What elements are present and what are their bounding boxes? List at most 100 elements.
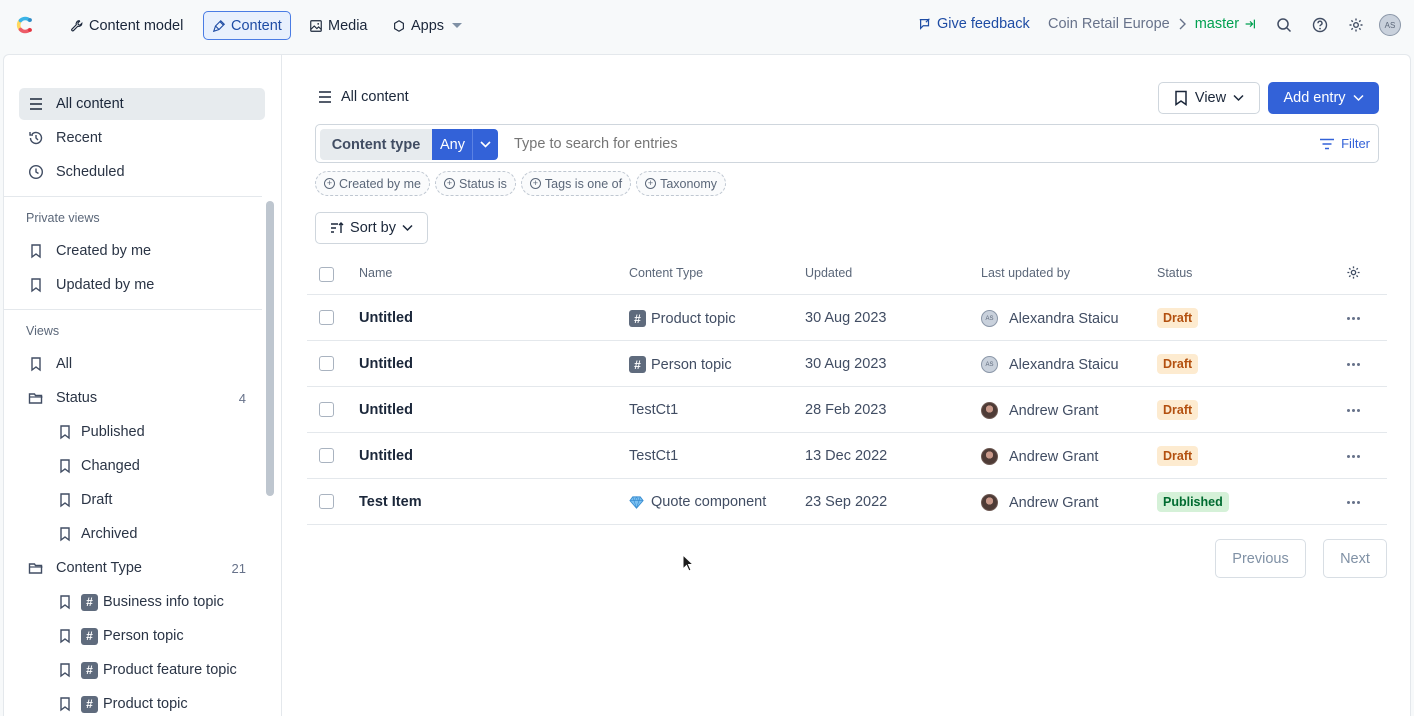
space-environment-switcher[interactable]: Coin Retail Europe master <box>1048 16 1257 32</box>
sidebar-item-recent[interactable]: Recent <box>19 122 265 154</box>
more-actions-icon[interactable] <box>1347 409 1360 412</box>
select-all-checkbox[interactable] <box>319 267 334 282</box>
entry-name[interactable]: Untitled <box>359 448 413 464</box>
sidebar-item-label: Status <box>56 390 98 406</box>
chip-created-by-me[interactable]: + Created by me <box>315 171 430 196</box>
top-navigation: Content model Content Media Apps Give fe… <box>0 0 1414 50</box>
sidebar-item-product-topic[interactable]: # Product topic <box>50 688 265 716</box>
sidebar-item-updated-by-me[interactable]: Updated by me <box>19 269 265 301</box>
more-actions-icon[interactable] <box>1347 317 1360 320</box>
hash-icon: # <box>629 310 646 327</box>
mouse-cursor-icon <box>682 554 694 572</box>
sidebar-item-person-topic[interactable]: # Person topic <box>50 620 265 652</box>
sidebar-item-label: Created by me <box>56 243 152 259</box>
row-checkbox[interactable] <box>319 402 334 417</box>
sidebar-item-label: Content Type <box>56 560 142 576</box>
user-avatar <box>981 448 998 465</box>
user-avatar: AS <box>981 310 998 327</box>
sidebar-folder-status[interactable]: Status 4 <box>19 382 265 414</box>
plus-circle-icon: + <box>645 178 657 189</box>
nav-media[interactable]: Media <box>301 11 376 40</box>
entry-updated-date: 30 Aug 2023 <box>805 356 887 372</box>
nav-content-label: Content <box>231 17 282 34</box>
sidebar-item-created-by-me[interactable]: Created by me <box>19 235 265 267</box>
row-checkbox[interactable] <box>319 448 334 463</box>
sidebar-item-changed[interactable]: Changed <box>50 450 265 482</box>
entry-name[interactable]: Untitled <box>359 356 413 372</box>
row-checkbox[interactable] <box>319 494 334 509</box>
filter-button[interactable]: Filter <box>1319 136 1370 151</box>
sidebar-item-scheduled[interactable]: Scheduled <box>19 156 265 188</box>
sidebar-item-all[interactable]: All <box>19 348 265 380</box>
bookmark-icon <box>60 425 70 440</box>
hash-icon: # <box>81 627 98 645</box>
wrench-icon <box>71 19 83 31</box>
table-row[interactable]: Test Item Quote component 23 Sep 2022 An… <box>307 479 1387 525</box>
sort-by-button[interactable]: Sort by <box>315 212 428 244</box>
help-icon[interactable] <box>1312 17 1328 33</box>
search-icon[interactable] <box>1276 17 1292 33</box>
sidebar: All content Recent Scheduled Private vie… <box>4 55 282 716</box>
column-header-updated[interactable]: Updated <box>805 266 852 280</box>
more-actions-icon[interactable] <box>1347 455 1360 458</box>
entry-name[interactable]: Untitled <box>359 310 413 326</box>
nav-content-model[interactable]: Content model <box>62 11 191 40</box>
sidebar-item-published[interactable]: Published <box>50 416 265 448</box>
more-actions-icon[interactable] <box>1347 501 1360 504</box>
sidebar-item-archived[interactable]: Archived <box>50 518 265 550</box>
entry-updated-date: 28 Feb 2023 <box>805 402 887 418</box>
user-name: Alexandra Staicu <box>1009 310 1119 327</box>
status-badge: Draft <box>1157 446 1199 466</box>
chip-tags-is-one-of[interactable]: + Tags is one of <box>520 171 632 196</box>
view-button[interactable]: View <box>1158 82 1260 114</box>
status-badge: Draft <box>1157 400 1199 420</box>
sidebar-item-draft[interactable]: Draft <box>50 484 265 516</box>
nav-apps[interactable]: Apps <box>384 11 470 40</box>
table-row[interactable]: Untitled TestCt1 28 Feb 2023 Andrew Gran… <box>307 387 1387 433</box>
sidebar-item-business-info-topic[interactable]: # Business info topic <box>50 586 265 618</box>
column-header-content-type[interactable]: Content Type <box>629 266 703 280</box>
sidebar-item-product-feature-topic[interactable]: # Product feature topic <box>50 654 265 686</box>
column-header-last-updated-by[interactable]: Last updated by <box>981 266 1070 280</box>
entry-content-type: # Person topic <box>629 356 732 373</box>
give-feedback-link[interactable]: Give feedback <box>918 16 1030 32</box>
chip-taxonomy[interactable]: + Taxonomy <box>636 171 727 196</box>
content-type-value: Any <box>440 136 465 153</box>
bookmark-icon <box>60 663 70 678</box>
contentful-logo-icon[interactable] <box>12 13 36 37</box>
chevron-down-icon <box>402 224 413 232</box>
user-avatar[interactable]: AS <box>1379 14 1401 36</box>
entry-content-type: TestCt1 <box>629 448 679 464</box>
gear-icon[interactable] <box>1348 17 1364 33</box>
select-divider <box>472 129 473 160</box>
sort-icon <box>331 222 344 233</box>
column-settings-gear-icon[interactable] <box>1346 265 1361 280</box>
chevron-right-icon <box>1179 18 1186 30</box>
table-row[interactable]: Untitled TestCt1 13 Dec 2022 Andrew Gran… <box>307 433 1387 479</box>
more-actions-icon[interactable] <box>1347 363 1360 366</box>
entry-name[interactable]: Untitled <box>359 402 413 418</box>
chip-status-is[interactable]: + Status is <box>434 171 516 196</box>
sidebar-item-all-content[interactable]: All content <box>19 88 265 120</box>
row-checkbox[interactable] <box>319 356 334 371</box>
column-header-status[interactable]: Status <box>1157 266 1192 280</box>
nav-content[interactable]: Content <box>203 11 291 40</box>
chevron-down-icon <box>1353 94 1364 102</box>
sidebar-item-label: Person topic <box>103 628 184 644</box>
previous-page-button[interactable]: Previous <box>1215 539 1306 578</box>
next-page-button[interactable]: Next <box>1323 539 1387 578</box>
content-type-select[interactable]: Any <box>432 129 498 160</box>
add-entry-button[interactable]: Add entry <box>1268 82 1379 114</box>
bookmark-icon <box>60 459 70 474</box>
search-input[interactable] <box>514 136 1214 152</box>
entry-name[interactable]: Test Item <box>359 494 422 510</box>
sidebar-folder-content-type[interactable]: Content Type 21 <box>19 552 265 584</box>
row-checkbox[interactable] <box>319 310 334 325</box>
table-row[interactable]: Untitled # Product topic 30 Aug 2023 AS Al… <box>307 295 1387 341</box>
filter-chips: + Created by me + Status is + Tags is one o… <box>315 171 727 196</box>
sidebar-scrollbar[interactable] <box>266 201 274 496</box>
column-header-name[interactable]: Name <box>359 266 392 280</box>
views-heading: Views <box>26 324 60 338</box>
entry-last-updated-by: AS Alexandra Staicu <box>981 310 1119 327</box>
table-row[interactable]: Untitled # Person topic 30 Aug 2023 AS Ale… <box>307 341 1387 387</box>
